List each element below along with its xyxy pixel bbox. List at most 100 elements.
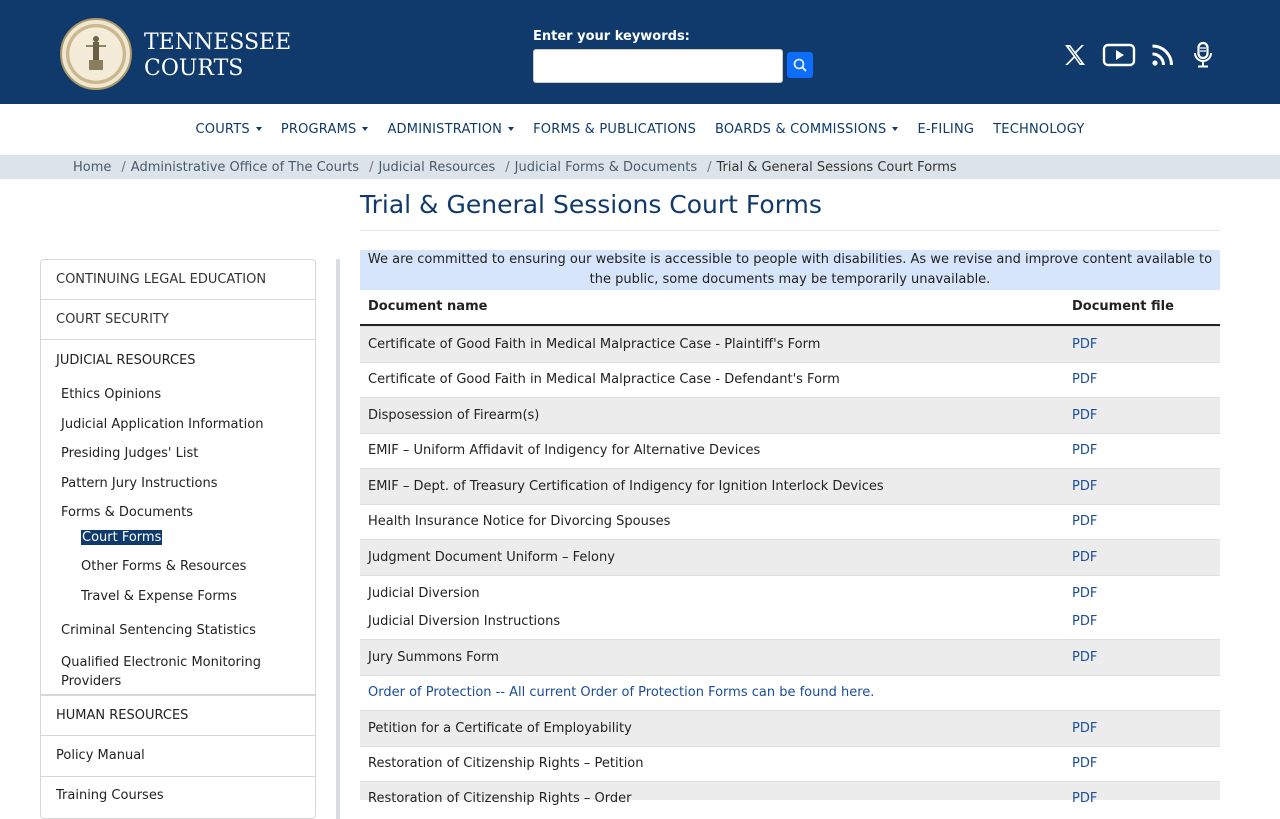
breadcrumb-forms-documents[interactable]: Judicial Forms & Documents [515, 160, 697, 175]
table-row: Judgment Document Uniform – Felony PDF [360, 539, 1220, 575]
nav-label: PROGRAMS [280, 121, 357, 137]
pdf-link[interactable]: PDF [1072, 721, 1097, 736]
accessibility-notice: We are committed to ensuring our website… [360, 250, 1220, 290]
table-row: Certificate of Good Faith in Medical Mal… [360, 362, 1220, 397]
doc-name: Disposession of Firearm(s) [368, 408, 540, 423]
breadcrumb-current: Trial & General Sessions Court Forms [716, 159, 957, 175]
x-icon[interactable] [1060, 40, 1090, 70]
search-input[interactable] [533, 49, 783, 83]
sidebar-item-label: COURT SECURITY [56, 312, 169, 327]
justice-figure-icon [86, 36, 106, 70]
breadcrumb-separator: / [505, 159, 510, 175]
sidebar-item-training-courses[interactable]: Training Courses [56, 788, 164, 803]
doc-name: Judicial Diversion [368, 586, 480, 601]
breadcrumb-judicial-resources[interactable]: Judicial Resources [378, 160, 495, 175]
sidebar-subitem-travel-expense[interactable]: Travel & Expense Forms [81, 589, 237, 604]
doc-name: Certificate of Good Faith in Medical Mal… [368, 337, 821, 352]
table-header: Document name Document file [360, 290, 1220, 326]
doc-name: Health Insurance Notice for Divorcing Sp… [368, 514, 671, 529]
sidebar-divider [41, 776, 315, 777]
breadcrumb-separator: / [121, 159, 126, 175]
table-row: EMIF – Dept. of Treasury Certification o… [360, 468, 1220, 504]
sidebar-subitem-court-forms[interactable]: Court Forms [81, 530, 163, 545]
sidebar-item-human-resources[interactable]: HUMAN RESOURCES [56, 708, 188, 723]
doc-name: EMIF – Dept. of Treasury Certification o… [368, 479, 884, 494]
doc-name: EMIF – Uniform Affidavit of Indigency fo… [368, 443, 761, 458]
table-row: Judicial Diversion PDF Judicial Diversio… [360, 575, 1220, 639]
pdf-link[interactable]: PDF [1072, 756, 1097, 771]
site-brand[interactable]: TENNESSEE COURTS [144, 30, 291, 82]
table-row: Restoration of Citizenship Rights – Peti… [360, 746, 1220, 781]
pdf-link[interactable]: PDF [1072, 372, 1097, 387]
nav-technology[interactable]: TECHNOLOGY [993, 122, 1084, 137]
nav-label: E-FILING [917, 121, 975, 137]
nav-e-filing[interactable]: E-FILING [917, 122, 974, 137]
breadcrumb-home[interactable]: Home [73, 160, 111, 175]
caret-down-icon [362, 127, 369, 131]
caret-down-icon [255, 127, 262, 131]
col-header-name: Document name [368, 299, 488, 314]
podcast-mic-icon[interactable] [1188, 40, 1218, 70]
sidebar-item-cle[interactable]: CONTINUING LEGAL EDUCATION [41, 260, 315, 300]
site-header: TENNESSEE COURTS Enter your keywords: [0, 0, 1280, 104]
caret-down-icon [892, 127, 899, 131]
doc-name: Certificate of Good Faith in Medical Mal… [368, 372, 840, 387]
sidebar-divider [41, 735, 315, 736]
pdf-link[interactable]: PDF [1072, 791, 1097, 806]
sidebar-subitem-ethics-opinions-label[interactable]: Ethics Opinions [61, 387, 161, 402]
nav-administration[interactable]: ADMINISTRATION [387, 122, 515, 137]
nav-forms-publications[interactable]: FORMS & PUBLICATIONS [533, 122, 696, 137]
breadcrumb-separator: / [369, 159, 374, 175]
nav-label: FORMS & PUBLICATIONS [533, 121, 697, 137]
nav-programs[interactable]: PROGRAMS [281, 122, 369, 137]
table-row: Order of Protection -- All current Order… [360, 675, 1220, 710]
doc-name: Restoration of Citizenship Rights – Orde… [368, 791, 632, 806]
caret-down-icon [508, 127, 515, 131]
nav-label: TECHNOLOGY [993, 121, 1085, 137]
pdf-link[interactable]: PDF [1072, 408, 1097, 423]
pdf-link[interactable]: PDF [1072, 586, 1097, 601]
brand-line-2: COURTS [144, 56, 244, 81]
pdf-link[interactable]: PDF [1072, 443, 1097, 458]
sidebar-subitem-pattern-jury-label[interactable]: Pattern Jury Instructions [61, 476, 218, 491]
doc-name: Judgment Document Uniform – Felony [368, 550, 615, 565]
youtube-icon[interactable] [1102, 40, 1136, 70]
order-of-protection-link[interactable]: Order of Protection -- All current Order… [368, 685, 874, 700]
sidebar-subitem-judicial-application-label[interactable]: Judicial Application Information [61, 417, 263, 432]
pdf-link[interactable]: PDF [1072, 550, 1097, 565]
nav-label: BOARDS & COMMISSIONS [715, 121, 887, 137]
sidebar-item-policy-manual[interactable]: Policy Manual [56, 748, 145, 763]
pdf-link[interactable]: PDF [1072, 337, 1097, 352]
search-button[interactable] [787, 52, 813, 78]
sidebar-subitem-other-forms[interactable]: Other Forms & Resources [81, 559, 246, 574]
sidebar-item-judicial-resources[interactable]: JUDICIAL RESOURCES [56, 353, 196, 368]
main-nav: COURTS PROGRAMS ADMINISTRATION FORMS & P… [0, 104, 1280, 154]
sidebar-subitem-criminal-sentencing[interactable]: Criminal Sentencing Statistics [61, 623, 256, 638]
content-divider [336, 259, 340, 819]
table-row: Restoration of Citizenship Rights – Orde… [360, 781, 1220, 806]
doc-name: Jury Summons Form [368, 650, 499, 665]
sidebar-active-label: Court Forms [81, 530, 163, 545]
col-header-file: Document file [1072, 299, 1174, 314]
rss-icon[interactable] [1148, 40, 1178, 70]
doc-name: Petition for a Certificate of Employabil… [368, 721, 632, 736]
sidebar-subitem-forms-documents-label[interactable]: Forms & Documents [61, 505, 193, 520]
nav-courts[interactable]: COURTS [196, 122, 262, 137]
nav-boards-commissions[interactable]: BOARDS & COMMISSIONS [715, 121, 899, 137]
search-icon [793, 58, 807, 72]
tennessee-judiciary-seal-logo[interactable] [60, 18, 132, 90]
nav-label: COURTS [195, 121, 250, 137]
breadcrumb-aoc[interactable]: Administrative Office of The Courts [131, 160, 359, 175]
breadcrumb-separator: / [707, 159, 712, 175]
pdf-link[interactable]: PDF [1072, 514, 1097, 529]
pdf-link[interactable]: PDF [1072, 479, 1097, 494]
sidebar-item-label: CONTINUING LEGAL EDUCATION [56, 272, 267, 287]
sidebar-divider [41, 695, 315, 696]
sidebar-subitem-qemp[interactable]: Qualified Electronic Monitoring Provider… [61, 653, 301, 691]
pdf-link[interactable]: PDF [1072, 614, 1097, 629]
table-row: EMIF – Uniform Affidavit of Indigency fo… [360, 433, 1220, 468]
sidebar-subitem-presiding-judges-label[interactable]: Presiding Judges' List [61, 446, 198, 461]
pdf-link[interactable]: PDF [1072, 650, 1097, 665]
sidebar-item-court-security[interactable]: COURT SECURITY [41, 300, 315, 340]
search-label: Enter your keywords: [533, 29, 690, 44]
